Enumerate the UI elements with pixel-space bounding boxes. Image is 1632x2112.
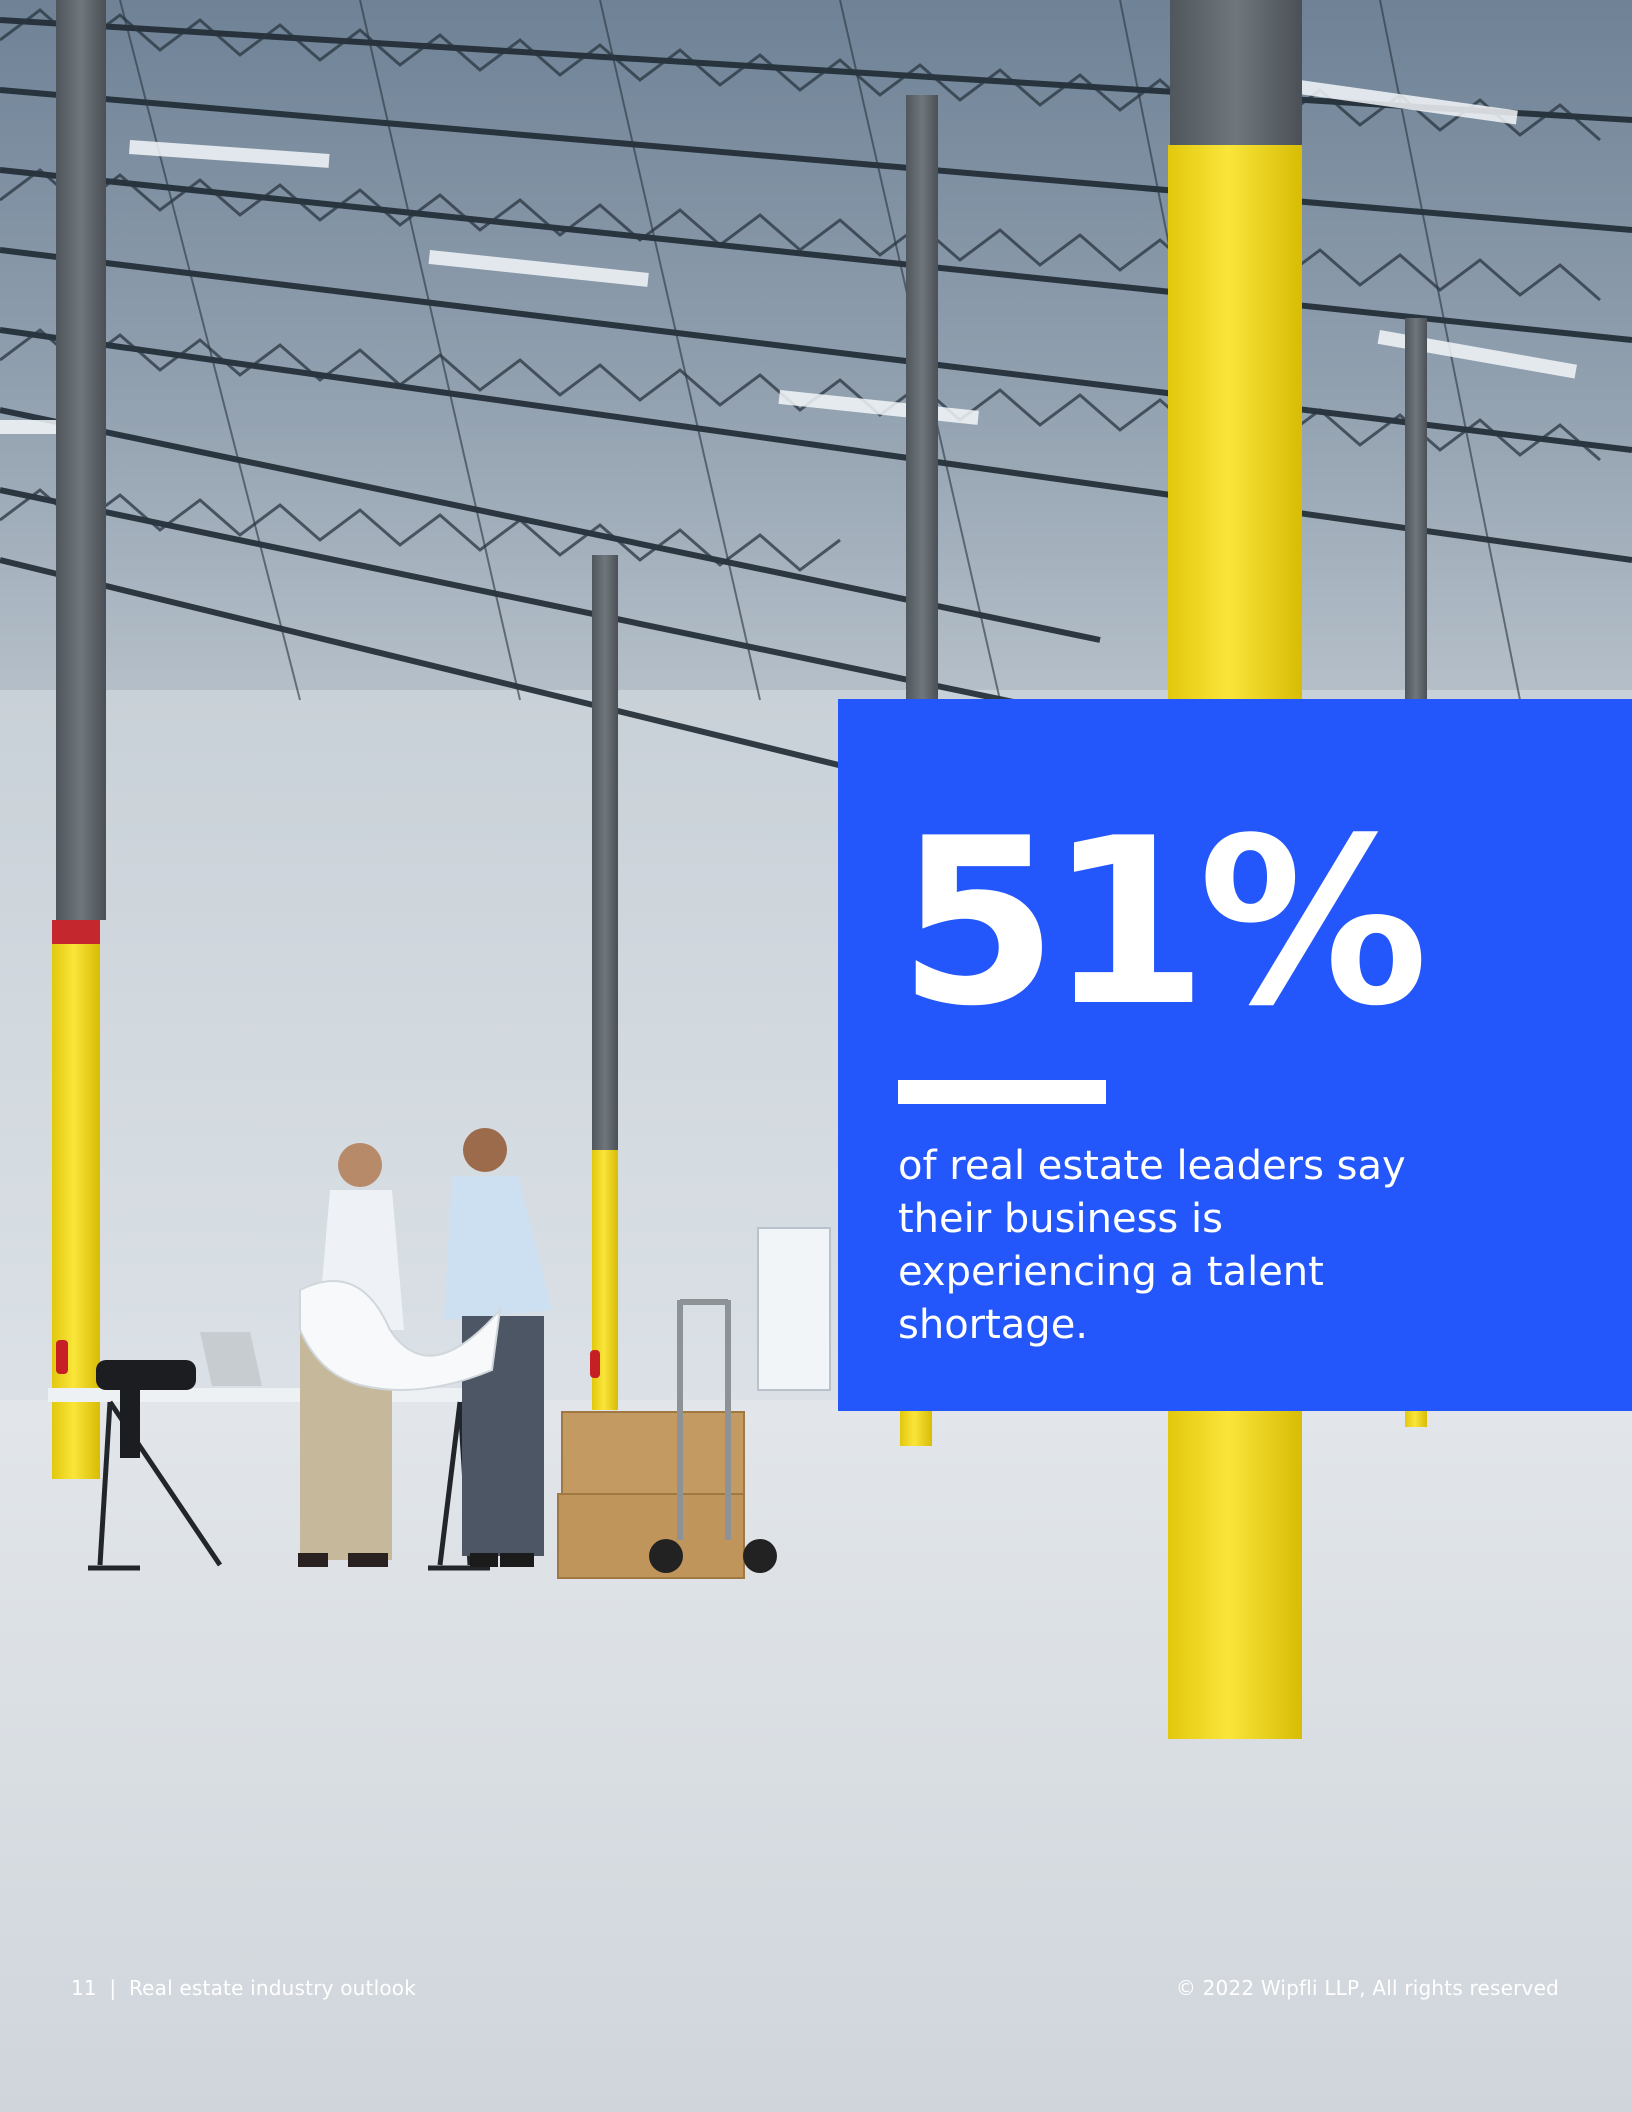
stat-callout-panel: 51% of real estate leaders say their bus…	[838, 699, 1632, 1411]
publication-title: Real estate industry outlook	[128, 1976, 416, 2000]
stat-divider	[898, 1080, 1106, 1104]
copyright-notice: © 2022 Wipfli LLP, All rights reserved	[1175, 1976, 1559, 2000]
stat-value: 51%	[898, 790, 1429, 1057]
stat-caption: of real estate leaders say their busines…	[898, 1143, 1406, 1348]
page-footer-left: 11 | Real estate industry outlook	[71, 1976, 416, 2000]
footer-separator: |	[109, 1976, 117, 2000]
page-number: 11	[71, 1976, 97, 2000]
